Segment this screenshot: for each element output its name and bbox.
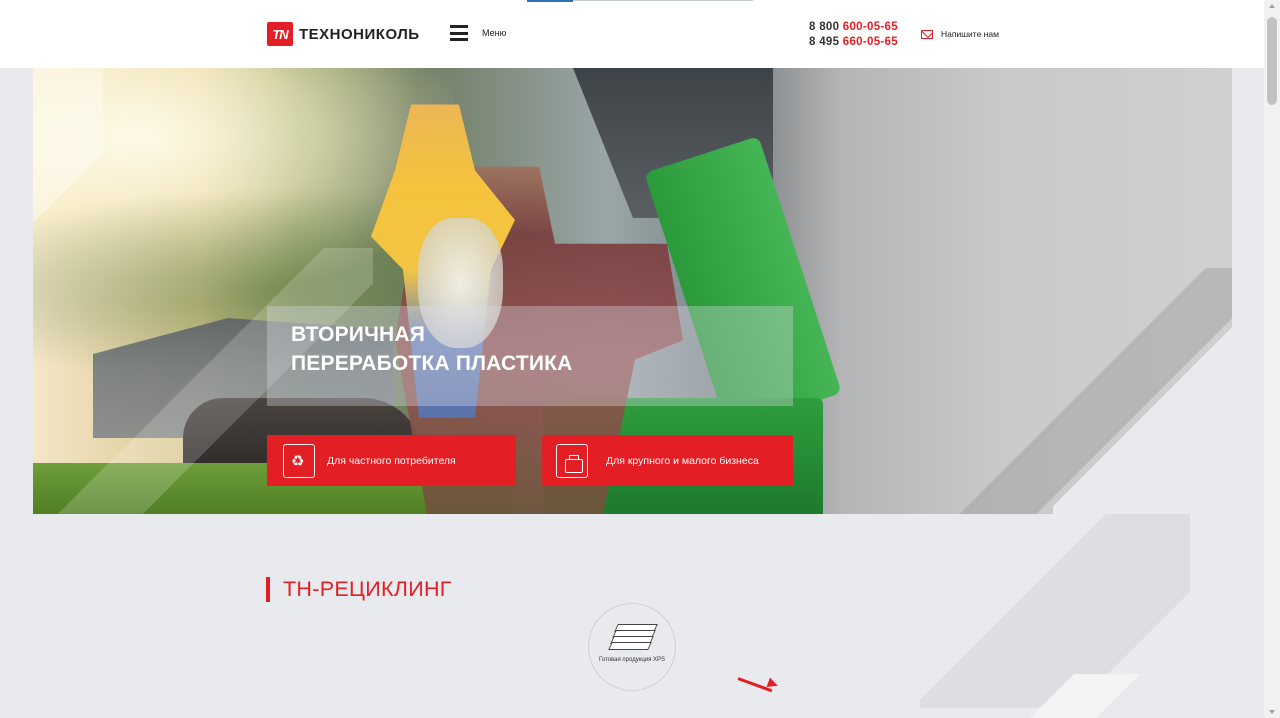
red-arrow-icon	[737, 670, 780, 693]
hero-banner: Вторичная переработка пластика Для частн…	[33, 68, 1232, 514]
scroll-down-icon[interactable]	[1269, 710, 1275, 714]
site-header: TN ТЕХНОНИКОЛЬ Меню 8 800 600-05-65 8 49…	[0, 0, 1264, 68]
hero-title-line-2: переработка пластика	[291, 352, 573, 375]
logo[interactable]: TN ТЕХНОНИКОЛЬ	[267, 22, 420, 46]
xps-boards-icon	[608, 624, 658, 652]
scroll-up-icon[interactable]	[1269, 4, 1275, 8]
recycle-bin-icon	[283, 443, 315, 478]
product-label: Готовая продукция XPS	[598, 657, 666, 663]
hamburger-icon	[450, 25, 468, 41]
phone-2-prefix: 8 495	[809, 36, 843, 48]
write-us-link[interactable]: Напишите нам	[921, 29, 999, 39]
private-consumer-label: Для частного потребителя	[327, 454, 456, 467]
documents-briefcase-icon	[556, 443, 588, 478]
hero-title-line-1: Вторичная	[291, 323, 426, 346]
logo-text: ТЕХНОНИКОЛЬ	[299, 25, 420, 43]
scrollbar[interactable]	[1264, 0, 1280, 718]
phone-numbers: 8 800 600-05-65 8 495 660-05-65	[809, 20, 898, 50]
business-button[interactable]: Для крупного и малого бизнеса	[542, 435, 793, 486]
menu-label: Меню	[482, 28, 507, 38]
phone-link-1[interactable]: 8 800 600-05-65	[809, 20, 898, 35]
section-title-marker	[266, 577, 270, 602]
hero-title: Вторичная переработка пластика	[291, 320, 771, 378]
mail-icon	[921, 29, 933, 39]
scroll-thumb[interactable]	[1267, 17, 1277, 105]
phone-1-number: 600-05-65	[842, 21, 898, 33]
hero-diagonal-stripe	[1053, 68, 1232, 514]
top-accent-bar	[527, 0, 753, 2]
private-consumer-button[interactable]: Для частного потребителя	[267, 435, 516, 486]
business-label: Для крупного и малого бизнеса	[606, 454, 759, 467]
menu-button[interactable]: Меню	[450, 25, 506, 41]
section-title: ТН-РЕЦИКЛИНГ	[283, 577, 452, 601]
phone-2-number: 660-05-65	[842, 36, 898, 48]
write-us-label: Напишите нам	[941, 29, 999, 39]
section-decoration	[920, 514, 1190, 708]
phone-link-2[interactable]: 8 495 660-05-65	[809, 35, 898, 50]
logo-mark-icon: TN	[267, 22, 293, 46]
phone-1-prefix: 8 800	[809, 21, 843, 33]
